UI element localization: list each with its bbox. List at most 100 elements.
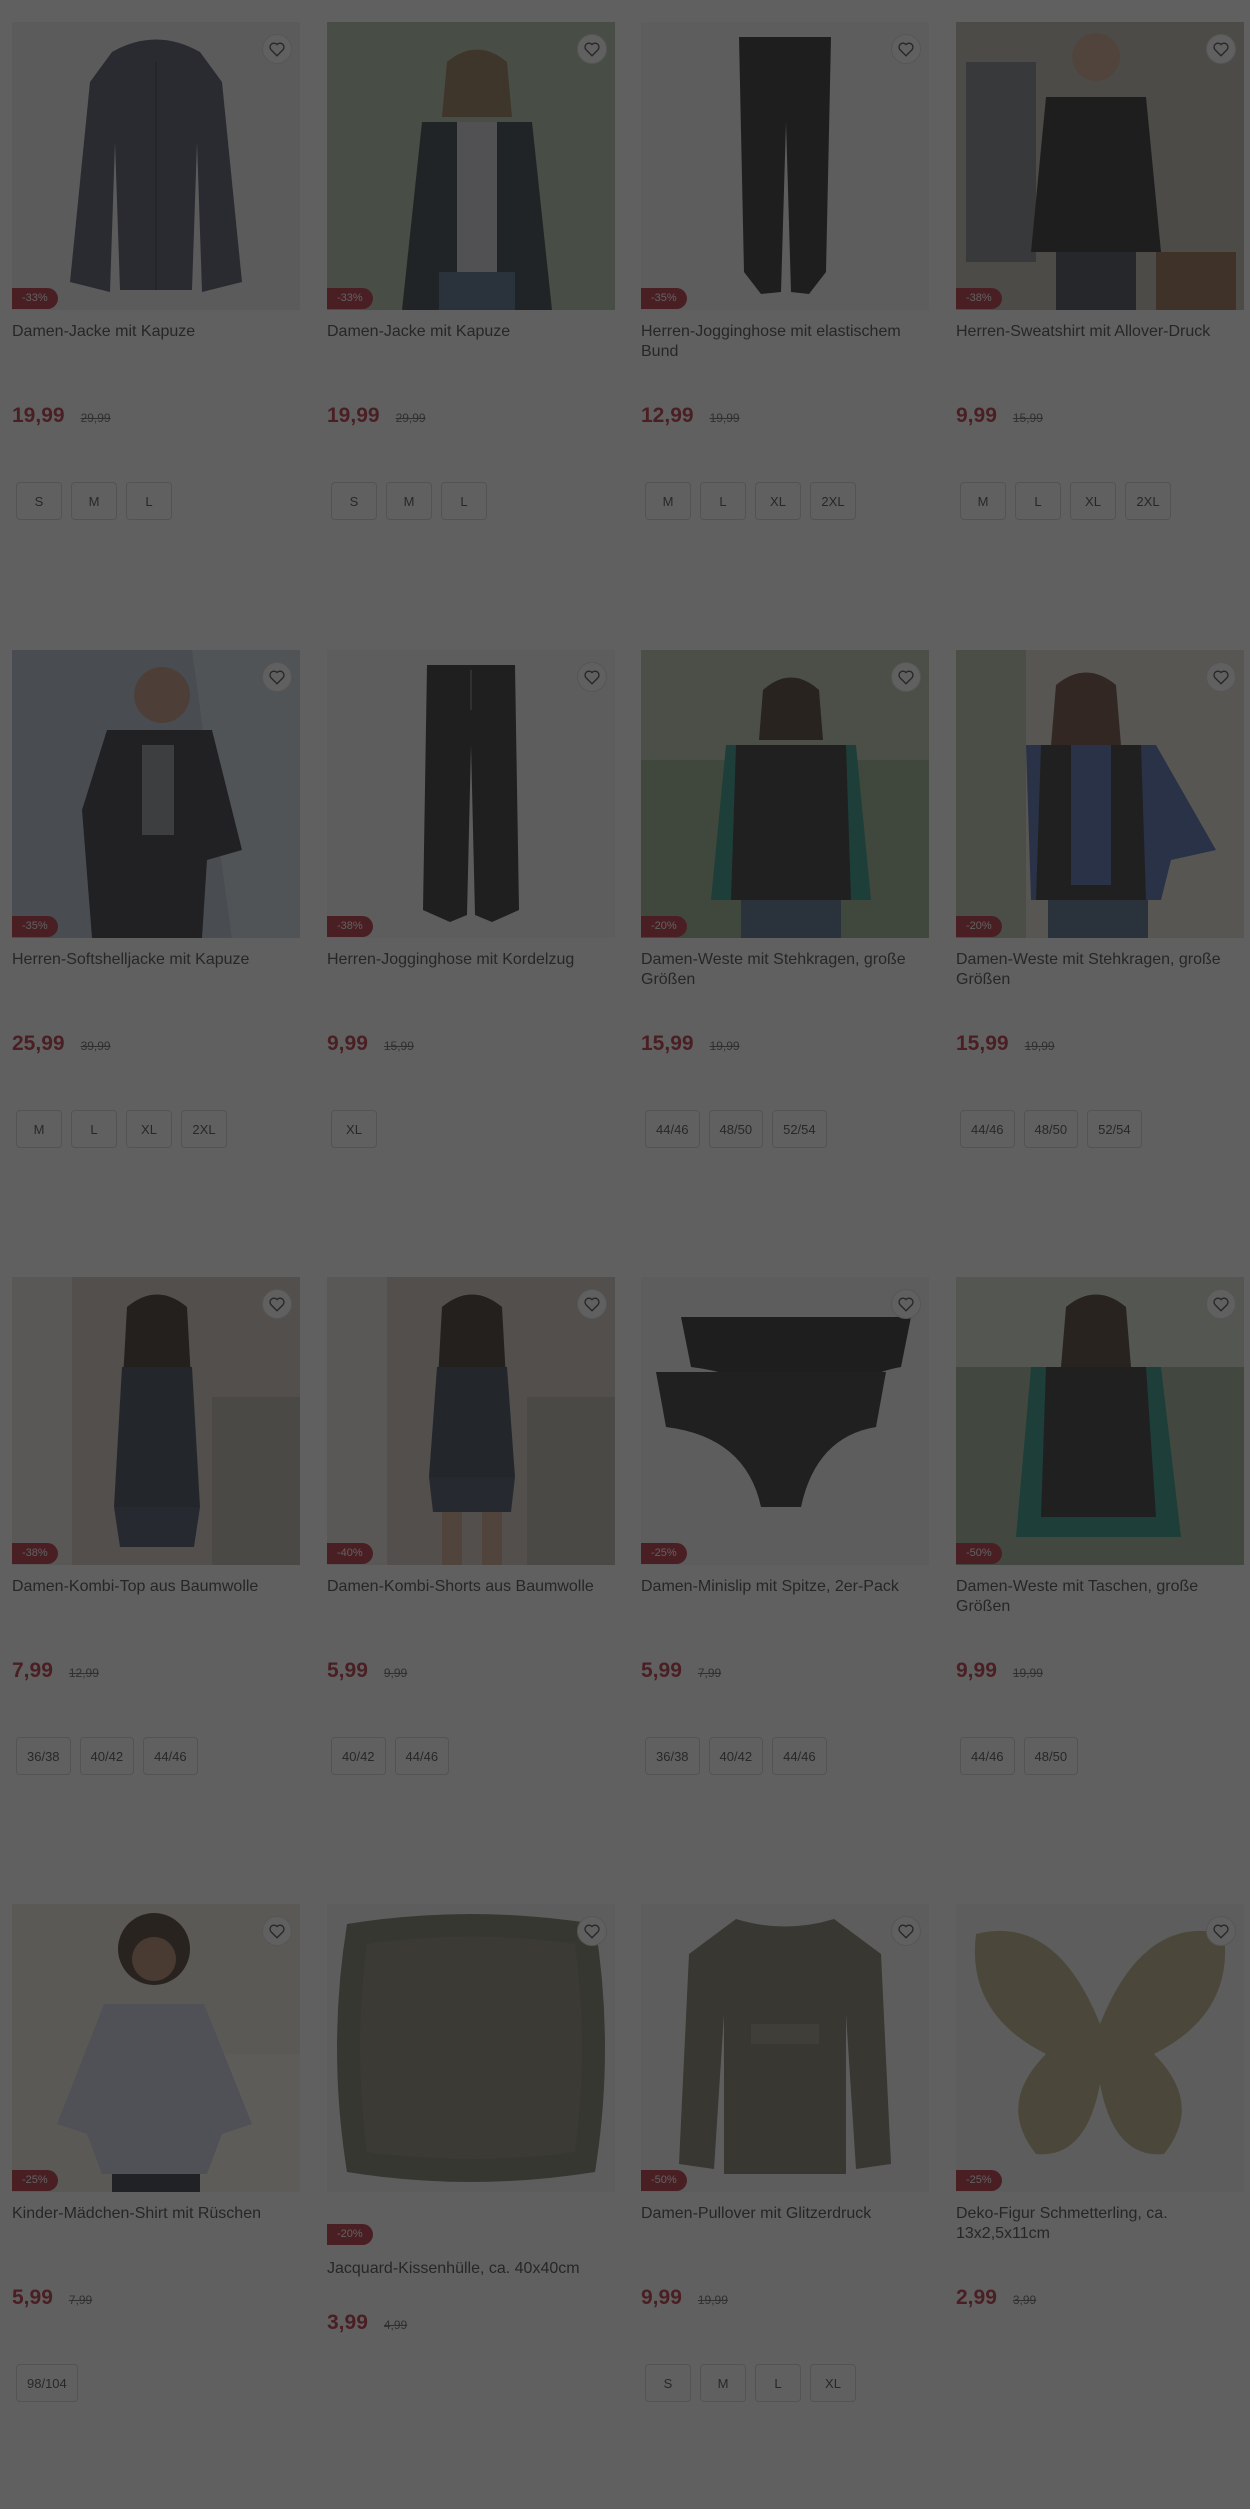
size-option[interactable]: 44/46 [143, 1737, 198, 1775]
product-image[interactable] [956, 1277, 1244, 1565]
wishlist-heart-icon[interactable] [1206, 1289, 1236, 1319]
product-title[interactable]: Damen-Minislip mit Spitze, 2er-Pack [641, 1577, 929, 1597]
size-option[interactable]: 52/54 [1087, 1110, 1142, 1148]
size-option[interactable]: XL [331, 1110, 377, 1148]
size-option[interactable]: L [126, 482, 172, 520]
product-image[interactable] [641, 1904, 929, 2192]
product-title[interactable]: Damen-Weste mit Stehkragen, große Größen [641, 950, 929, 990]
size-option[interactable]: M [960, 482, 1006, 520]
size-option[interactable]: M [700, 2364, 746, 2402]
size-option[interactable]: 98/104 [16, 2364, 78, 2402]
product-title[interactable]: Damen-Jacke mit Kapuze [327, 322, 615, 342]
size-option[interactable]: 44/46 [645, 1110, 700, 1148]
size-option[interactable]: M [16, 1110, 62, 1148]
size-option[interactable]: 44/46 [960, 1737, 1015, 1775]
product-title[interactable]: Herren-Softshelljacke mit Kapuze [12, 950, 300, 970]
wishlist-heart-icon[interactable] [577, 34, 607, 64]
size-option[interactable]: 40/42 [708, 1737, 764, 1775]
product-title[interactable]: Kinder-Mädchen-Shirt mit Rüschen [12, 2204, 300, 2224]
size-option[interactable]: 52/54 [772, 1110, 827, 1148]
wishlist-heart-icon[interactable] [262, 662, 292, 692]
size-option[interactable]: XL [1070, 482, 1116, 520]
product-title[interactable]: Herren-Sweatshirt mit Allover-Druck [956, 322, 1244, 342]
size-option[interactable]: XL [755, 482, 801, 520]
size-option[interactable]: 44/46 [772, 1737, 827, 1775]
size-option[interactable]: 2XL [181, 1110, 227, 1148]
size-option[interactable]: 36/38 [645, 1737, 700, 1775]
size-option[interactable]: 2XL [810, 482, 856, 520]
product-title[interactable]: Damen-Pullover mit Glitzerdruck [641, 2204, 929, 2224]
product-card[interactable]: -35% Herren-Softshelljacke mit Kapuze 25… [12, 650, 300, 1170]
wishlist-heart-icon[interactable] [891, 34, 921, 64]
size-option[interactable]: L [441, 482, 487, 520]
size-option[interactable]: L [700, 482, 746, 520]
product-title[interactable]: Herren-Jogginghose mit elastischem Bund [641, 322, 929, 362]
product-title[interactable]: Herren-Jogginghose mit Kordelzug [327, 950, 615, 970]
size-option[interactable]: 48/50 [1023, 1737, 1079, 1775]
product-card[interactable]: -25% Deko-Figur Schmetterling, ca. 13x2,… [956, 1904, 1244, 2424]
wishlist-heart-icon[interactable] [577, 662, 607, 692]
product-card[interactable]: -20% Damen-Weste mit Stehkragen, große G… [956, 650, 1244, 1170]
size-option[interactable]: XL [810, 2364, 856, 2402]
wishlist-heart-icon[interactable] [577, 1916, 607, 1946]
size-option[interactable]: M [386, 482, 432, 520]
product-card[interactable]: -38% Herren-Sweatshirt mit Allover-Druck… [956, 22, 1244, 542]
wishlist-heart-icon[interactable] [262, 34, 292, 64]
product-title[interactable]: Jacquard-Kissenhülle, ca. 40x40cm [327, 2259, 615, 2279]
product-image[interactable] [641, 1277, 929, 1565]
product-image[interactable] [956, 1904, 1244, 2192]
size-option[interactable]: M [71, 482, 117, 520]
size-option[interactable]: 40/42 [79, 1737, 135, 1775]
size-option[interactable]: 36/38 [16, 1737, 71, 1775]
size-option[interactable]: 44/46 [394, 1737, 450, 1775]
product-card[interactable]: -35% Herren-Jogginghose mit elastischem … [641, 22, 929, 542]
size-option[interactable]: 40/42 [331, 1737, 386, 1775]
size-option[interactable]: L [71, 1110, 117, 1148]
size-option[interactable]: L [1015, 482, 1061, 520]
size-option[interactable]: S [16, 482, 62, 520]
product-card[interactable]: -50% Damen-Weste mit Taschen, große Größ… [956, 1277, 1244, 1797]
wishlist-heart-icon[interactable] [1206, 34, 1236, 64]
size-option[interactable]: S [645, 2364, 691, 2402]
product-title[interactable]: Damen-Kombi-Top aus Baumwolle [12, 1577, 300, 1597]
product-card[interactable]: -25% Damen-Minislip mit Spitze, 2er-Pack… [641, 1277, 929, 1797]
size-option[interactable]: 44/46 [960, 1110, 1015, 1148]
product-title[interactable]: Damen-Jacke mit Kapuze [12, 322, 300, 342]
size-option[interactable]: M [645, 482, 691, 520]
product-image[interactable] [327, 1277, 615, 1565]
product-image[interactable] [12, 1277, 300, 1565]
size-option[interactable]: L [755, 2364, 801, 2402]
size-option[interactable]: S [331, 482, 377, 520]
size-option[interactable]: 2XL [1125, 482, 1171, 520]
wishlist-heart-icon[interactable] [577, 1289, 607, 1319]
product-image[interactable] [12, 650, 300, 938]
product-card[interactable]: -38% Herren-Jogginghose mit Kordelzug 9,… [327, 650, 615, 1170]
product-card[interactable]: -25% Kinder-Mädchen-Shirt mit Rüschen 5,… [12, 1904, 300, 2424]
wishlist-heart-icon[interactable] [262, 1916, 292, 1946]
product-card[interactable]: -20% Jacquard-Kissenhülle, ca. 40x40cm 3… [327, 1904, 615, 2424]
product-image[interactable] [12, 1904, 300, 2192]
product-title[interactable]: Damen-Weste mit Taschen, große Größen [956, 1577, 1244, 1617]
product-image[interactable] [327, 650, 615, 938]
product-card[interactable]: -50% Damen-Pullover mit Glitzerdruck 9,9… [641, 1904, 929, 2424]
product-image[interactable] [327, 22, 615, 310]
product-title[interactable]: Damen-Weste mit Stehkragen, große Größen [956, 950, 1244, 990]
product-title[interactable]: Damen-Kombi-Shorts aus Baumwolle [327, 1577, 615, 1597]
wishlist-heart-icon[interactable] [1206, 662, 1236, 692]
product-card[interactable]: -40% Damen-Kombi-Shorts aus Baumwolle 5,… [327, 1277, 615, 1797]
wishlist-heart-icon[interactable] [262, 1289, 292, 1319]
size-option[interactable]: XL [126, 1110, 172, 1148]
product-card[interactable]: -33% Damen-Jacke mit Kapuze 19,99 29,99 … [327, 22, 615, 542]
size-option[interactable]: 48/50 [708, 1110, 764, 1148]
wishlist-heart-icon[interactable] [891, 1916, 921, 1946]
wishlist-heart-icon[interactable] [891, 1289, 921, 1319]
wishlist-heart-icon[interactable] [1206, 1916, 1236, 1946]
product-title[interactable]: Deko-Figur Schmetterling, ca. 13x2,5x11c… [956, 2204, 1244, 2244]
product-image[interactable] [12, 22, 300, 310]
product-image[interactable] [327, 1904, 615, 2192]
product-image[interactable] [956, 22, 1244, 310]
wishlist-heart-icon[interactable] [891, 662, 921, 692]
product-card[interactable]: -33% Damen-Jacke mit Kapuze 19,99 29,99 … [12, 22, 300, 542]
product-image[interactable] [956, 650, 1244, 938]
product-card[interactable]: -38% Damen-Kombi-Top aus Baumwolle 7,99 … [12, 1277, 300, 1797]
